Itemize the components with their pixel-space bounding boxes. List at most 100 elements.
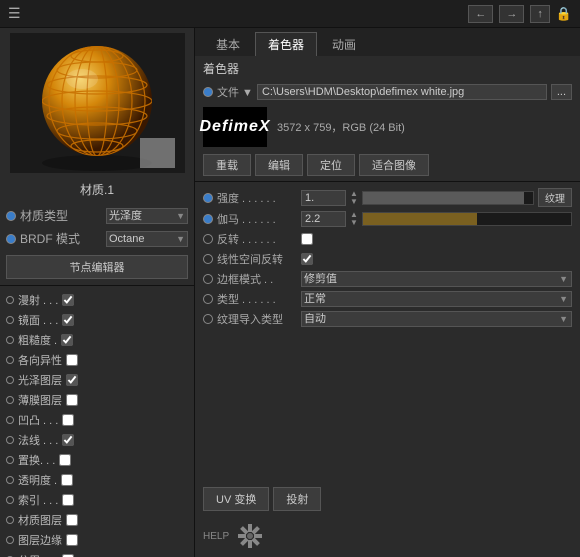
intensity-row: 强度 . . . . . . ▲ ▼ 纹理 — [195, 186, 580, 209]
file-radio[interactable] — [203, 87, 213, 97]
mat-type-select[interactable]: 光泽度 — [106, 208, 188, 224]
border-mode-select-wrap: 修剪值 ▼ — [301, 271, 572, 287]
linear-invert-radio[interactable] — [203, 254, 213, 264]
item-dot — [6, 376, 14, 384]
brdf-radio[interactable] — [6, 234, 16, 244]
nav-forward-button[interactable]: → — [499, 5, 524, 23]
item-dot — [6, 416, 14, 424]
divider — [0, 285, 194, 286]
type-row: 类型 . . . . . . 正常 ▼ — [195, 289, 580, 309]
item-checkbox[interactable] — [62, 314, 74, 326]
tabs-row: 基本 着色器 动画 — [195, 28, 580, 56]
invert-row: 反转 . . . . . . — [195, 229, 580, 249]
item-checkbox[interactable] — [62, 294, 74, 306]
type-label: 类型 . . . . . . — [217, 291, 297, 307]
type-select-wrap: 正常 ▼ — [301, 291, 572, 307]
reload-button[interactable]: 重载 — [203, 154, 251, 176]
fit-image-button[interactable]: 适合图像 — [359, 154, 429, 176]
checkbox-list: 漫射 . . . 镜面 . . . 粗糙度 . 各向异性 光泽图层 — [0, 288, 194, 557]
gamma-bar[interactable] — [362, 212, 572, 226]
item-label: 粗糙度 . — [18, 332, 57, 348]
material-name-label: 材质.1 — [0, 178, 194, 203]
tab-shader[interactable]: 着色器 — [255, 32, 317, 56]
border-mode-row: 边框模式 . . 修剪值 ▼ — [195, 269, 580, 289]
invert-radio[interactable] — [203, 234, 213, 244]
invert-checkbox[interactable] — [301, 233, 313, 245]
item-checkbox[interactable] — [59, 454, 71, 466]
item-dot — [6, 436, 14, 444]
item-checkbox[interactable] — [66, 374, 78, 386]
spin-down[interactable]: ▼ — [350, 219, 358, 227]
lock-icon: 🔒 — [556, 6, 572, 22]
item-dot — [6, 396, 14, 404]
image-preview-row: DefimeX 3572 x 759，RGB (24 Bit) — [195, 103, 580, 151]
list-item: 各向异性 — [6, 350, 188, 370]
item-checkbox[interactable] — [66, 534, 78, 546]
item-checkbox[interactable] — [66, 394, 78, 406]
image-thumbnail: DefimeX — [203, 107, 267, 147]
item-checkbox[interactable] — [62, 494, 74, 506]
material-type-row: 材质类型 光泽度 ▼ — [6, 205, 188, 226]
locate-button[interactable]: 定位 — [307, 154, 355, 176]
uv-transform-button[interactable]: UV 变换 — [203, 487, 269, 511]
top-bar: ☰ ← → ↑ 🔒 — [0, 0, 580, 28]
texture-import-row: 纹理导入类型 自动 ▼ — [195, 309, 580, 329]
item-checkbox[interactable] — [62, 434, 74, 446]
type-radio[interactable] — [203, 294, 213, 304]
list-item: 镜面 . . . — [6, 310, 188, 330]
intensity-slider[interactable] — [362, 191, 534, 205]
nav-back-button[interactable]: ← — [468, 5, 493, 23]
node-editor-button[interactable]: 节点编辑器 — [6, 255, 188, 279]
linear-invert-checkbox[interactable] — [301, 253, 313, 265]
menu-icon[interactable]: ☰ — [8, 5, 21, 22]
gamma-radio[interactable] — [203, 214, 213, 224]
texture-import-radio[interactable] — [203, 314, 213, 324]
image-info: 3572 x 759，RGB (24 Bit) — [277, 119, 405, 135]
item-label: 材质图层 — [18, 512, 62, 528]
tab-animation[interactable]: 动画 — [319, 32, 369, 56]
spin-down[interactable]: ▼ — [350, 198, 358, 206]
gamma-row: 伽马 . . . . . . ▲ ▼ — [195, 209, 580, 229]
nav-up-button[interactable]: ↑ — [530, 5, 550, 23]
tab-basic[interactable]: 基本 — [203, 32, 253, 56]
item-checkbox[interactable] — [61, 334, 73, 346]
item-label: 凹凸 . . . — [18, 412, 58, 428]
border-mode-label: 边框模式 . . — [217, 271, 297, 287]
intensity-input[interactable] — [301, 190, 346, 206]
item-checkbox[interactable] — [61, 474, 73, 486]
list-item: 薄膜图层 — [6, 390, 188, 410]
item-checkbox[interactable] — [66, 514, 78, 526]
brdf-mode-row: BRDF 模式 Octane ▼ — [6, 228, 188, 249]
file-browse-button[interactable]: ... — [551, 84, 572, 100]
list-item: 粗糙度 . — [6, 330, 188, 350]
item-dot — [6, 496, 14, 504]
item-label: 公用 . . . — [18, 552, 58, 557]
gamma-input[interactable] — [301, 211, 346, 227]
item-label: 置换. . . — [18, 452, 55, 468]
item-dot — [6, 316, 14, 324]
border-mode-radio[interactable] — [203, 274, 213, 284]
item-dot — [6, 296, 14, 304]
brdf-select[interactable]: Octane — [106, 231, 188, 247]
border-mode-select[interactable]: 修剪值 — [301, 271, 572, 287]
texture-button[interactable]: 纹理 — [538, 188, 572, 207]
edit-button[interactable]: 编辑 — [255, 154, 303, 176]
left-panel: 材质.1 材质类型 光泽度 ▼ BRDF 模式 Octane — [0, 28, 195, 557]
brdf-label: BRDF 模式 — [20, 230, 102, 247]
type-select[interactable]: 正常 — [301, 291, 572, 307]
list-item: 公用 . . . — [6, 550, 188, 557]
item-checkbox[interactable] — [66, 354, 78, 366]
texture-import-select[interactable]: 自动 — [301, 311, 572, 327]
file-path-display: C:\Users\HDM\Desktop\defimex white.jpg — [257, 84, 547, 100]
mat-type-radio[interactable] — [6, 211, 16, 221]
item-label: 光泽图层 — [18, 372, 62, 388]
help-area: HELP — [195, 515, 580, 557]
linear-invert-row: 线性空间反转 — [195, 249, 580, 269]
material-type-section: 材质类型 光泽度 ▼ BRDF 模式 Octane ▼ — [0, 203, 194, 251]
item-checkbox[interactable] — [62, 414, 74, 426]
intensity-radio[interactable] — [203, 193, 213, 203]
projection-button[interactable]: 投射 — [273, 487, 321, 511]
file-label: 文件 ▼ — [217, 84, 253, 100]
file-row: 文件 ▼ C:\Users\HDM\Desktop\defimex white.… — [195, 81, 580, 103]
texture-import-select-wrap: 自动 ▼ — [301, 311, 572, 327]
